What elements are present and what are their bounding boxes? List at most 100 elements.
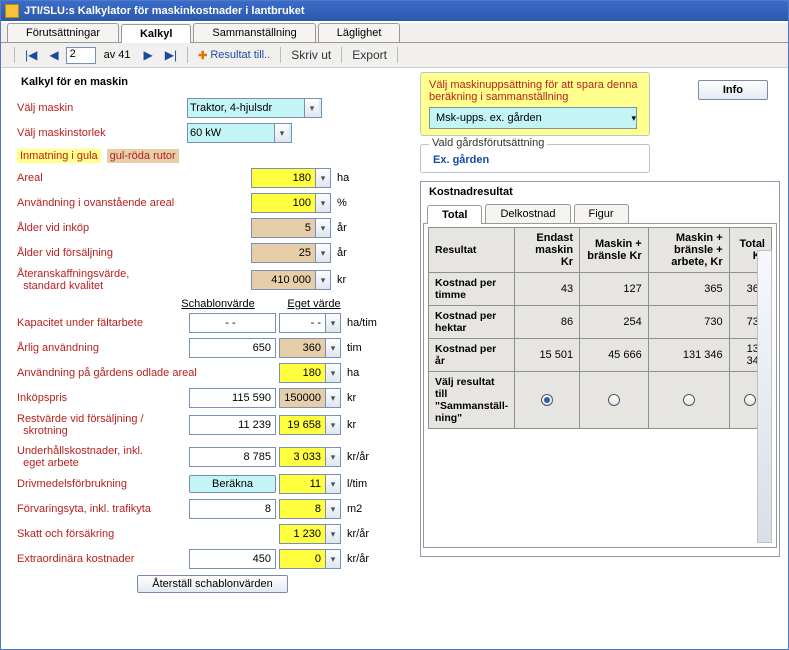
extra-std-input[interactable]: 450	[189, 549, 276, 569]
next-page-button[interactable]: ▶	[139, 46, 158, 64]
info-button[interactable]: Info	[698, 80, 768, 100]
storage-own-input[interactable]: 8▾	[279, 499, 341, 519]
fuel-own-input[interactable]: 11▾	[279, 474, 341, 494]
radio-machine-fuel-labor[interactable]	[683, 394, 695, 406]
replacement-input[interactable]: 410 000▾	[251, 270, 331, 290]
unit-label: tim	[347, 342, 383, 354]
unit-label: ha	[337, 172, 373, 184]
navigation-toolbar: |◀ ◀ 2 av 41 ▶ ▶| ✚Resultat till.. Skriv…	[1, 43, 788, 68]
result-tabs: Total Delkostnad Figur	[423, 204, 777, 224]
input-hint-1: Inmatning i gula	[17, 149, 101, 163]
machine-set-hint: Välj maskinuppsättning för att spara den…	[429, 79, 638, 103]
purchase-label: Inköpspris	[17, 392, 189, 404]
result-to-button[interactable]: ✚Resultat till..	[193, 46, 275, 64]
table-row: Kostnad per timme 43127365365	[429, 273, 772, 306]
result-title: Kostnadresultat	[423, 184, 777, 204]
reset-button[interactable]: Återställ schablonvärden	[137, 575, 287, 593]
title-bar: JTI/SLU:s Kalkylator för maskinkostnader…	[1, 1, 788, 21]
radio-machine-fuel[interactable]	[608, 394, 620, 406]
dropdown-icon: ▾	[274, 124, 289, 142]
print-button[interactable]: Skriv ut	[286, 46, 336, 64]
capacity-std-input[interactable]: - -	[189, 313, 276, 333]
farm-areal-label: Användning på gårdens odlade areal	[17, 367, 279, 379]
left-panel: Kalkyl för en maskin Välj maskin Traktor…	[9, 72, 418, 593]
last-page-button[interactable]: ▶|	[160, 46, 182, 64]
tab-laglighet[interactable]: Läglighet	[318, 23, 401, 42]
unit-label: kr	[347, 419, 383, 431]
capacity-label: Kapacitet under fältarbete	[17, 317, 189, 329]
replacement-label: Återanskaffningsvärde, standard kvalitet	[17, 268, 251, 292]
tab-forutsattningar[interactable]: Förutsättningar	[7, 23, 119, 42]
purchase-std-input[interactable]: 115 590	[189, 388, 276, 408]
maint-label: Underhållskostnader, inkl. eget arbete	[17, 445, 189, 469]
radio-machine-only[interactable]	[541, 394, 553, 406]
usage-label: Användning i ovanstående areal	[17, 197, 251, 209]
age-sell-label: Ålder vid försäljning	[17, 247, 251, 259]
usage-input[interactable]: 100▾	[251, 193, 331, 213]
unit-label: %	[337, 197, 373, 209]
value-columns-header: Schablonvärde Eget värde	[17, 298, 408, 310]
storage-std-input[interactable]: 8	[189, 499, 276, 519]
residual-label: Restvärde vid försäljning / skrotning	[17, 413, 189, 437]
age-sell-input[interactable]: 25▾	[251, 243, 331, 263]
page-number-input[interactable]: 2	[66, 47, 96, 64]
areal-input[interactable]: 180▾	[251, 168, 331, 188]
annual-label: Årlig användning	[17, 342, 189, 354]
purchase-own-input[interactable]: 150000▾	[279, 388, 341, 408]
unit-label: kr/år	[347, 528, 383, 540]
age-buy-input[interactable]: 5▾	[251, 218, 331, 238]
extra-own-input[interactable]: 0▾	[279, 549, 341, 569]
maint-own-input[interactable]: 3 033▾	[279, 447, 341, 467]
prev-page-button[interactable]: ◀	[44, 46, 63, 64]
dropdown-icon: ▾	[631, 113, 636, 124]
tab-delkostnad[interactable]: Delkostnad	[485, 204, 570, 223]
annual-own-input[interactable]: 360▾	[279, 338, 341, 358]
tax-own-input[interactable]: 1 230▾	[279, 524, 341, 544]
radio-total[interactable]	[744, 394, 756, 406]
export-button[interactable]: Export	[347, 46, 392, 64]
residual-own-input[interactable]: 19 658▾	[279, 415, 341, 435]
table-row: Kostnad per hektar 86254730730	[429, 306, 772, 339]
app-icon	[5, 4, 19, 18]
first-page-button[interactable]: |◀	[20, 46, 42, 64]
machine-set-select[interactable]: Msk-upps. ex. gården ▾	[429, 107, 637, 129]
tab-sammanstallning[interactable]: Sammanställning	[193, 23, 315, 42]
farm-areal-input[interactable]: 180▾	[279, 363, 341, 383]
farm-config-title: Vald gårdsförutsättning	[429, 137, 547, 149]
farm-config-group: Vald gårdsförutsättning Ex. gården	[420, 144, 650, 173]
unit-label: ha/tim	[347, 317, 383, 329]
content-area: Kalkyl för en maskin Välj maskin Traktor…	[1, 68, 788, 601]
capacity-own-input[interactable]: - -▾	[279, 313, 341, 333]
unit-label: ha	[347, 367, 383, 379]
farm-config-value: Ex. gården	[433, 154, 641, 166]
app-window: JTI/SLU:s Kalkylator för maskinkostnader…	[0, 0, 789, 650]
result-scrollbar[interactable]	[757, 250, 772, 543]
select-row: Välj resultat till "Sammanställ-ning"	[429, 372, 772, 429]
section-heading: Kalkyl för en maskin	[21, 76, 408, 88]
unit-label: år	[337, 222, 373, 234]
residual-std-input[interactable]: 11 239	[189, 415, 276, 435]
tab-kalkyl[interactable]: Kalkyl	[121, 24, 191, 43]
fuel-label: Drivmedelsförbrukning	[17, 478, 189, 490]
machine-select[interactable]: Traktor, 4-hjulsdr ▾	[187, 98, 322, 118]
tab-total[interactable]: Total	[427, 205, 482, 224]
window-title: JTI/SLU:s Kalkylator för maskinkostnader…	[24, 5, 305, 17]
dropdown-icon: ▾	[304, 99, 319, 117]
tax-label: Skatt och försäkring	[17, 528, 189, 540]
maint-std-input[interactable]: 8 785	[189, 447, 276, 467]
age-buy-label: Ålder vid inköp	[17, 222, 251, 234]
unit-label: kr	[347, 392, 383, 404]
tab-figur[interactable]: Figur	[574, 204, 629, 223]
annual-std-input[interactable]: 650	[189, 338, 276, 358]
page-total-label: av 41	[104, 49, 131, 61]
size-select[interactable]: 60 kW ▾	[187, 123, 292, 143]
main-tabs: Förutsättningar Kalkyl Sammanställning L…	[1, 23, 788, 43]
machine-set-group: Välj maskinuppsättning för att spara den…	[420, 72, 650, 136]
calc-fuel-button[interactable]: Beräkna	[189, 475, 276, 493]
storage-label: Förvaringsyta, inkl. trafikyta	[17, 503, 189, 515]
unit-label: år	[337, 247, 373, 259]
input-hint-2: gul-röda rutor	[107, 149, 179, 163]
size-label: Välj maskinstorlek	[17, 127, 187, 139]
unit-label: kr/år	[347, 553, 383, 565]
unit-label: kr	[337, 274, 373, 286]
